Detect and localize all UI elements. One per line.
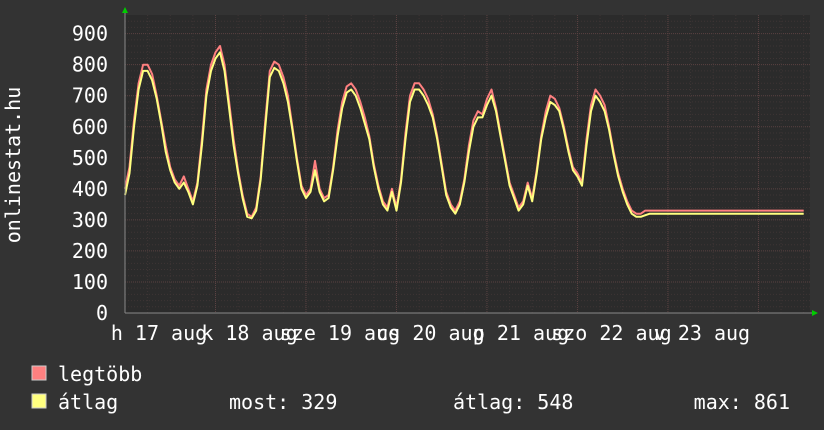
stat-maximum: max: 861	[694, 390, 790, 414]
stat-current: most: 329	[229, 390, 337, 414]
y-tick-label: 600	[72, 115, 108, 139]
y-tick-label: 200	[72, 239, 108, 263]
y-tick-label: 800	[72, 53, 108, 77]
y-tick-label: 0	[96, 301, 108, 325]
y-tick-label: 500	[72, 146, 108, 170]
y-tick-label: 100	[72, 270, 108, 294]
y-tick-label: 900	[72, 22, 108, 46]
x-tick-label: h 17 aug	[111, 321, 207, 345]
x-tick-label: v 23 aug	[654, 321, 750, 345]
y-axis-label: onlinestat.hu	[1, 87, 25, 244]
y-tick-label: 300	[72, 208, 108, 232]
rrd-graph: 0 100 200 300 400 500 600 700 800 900 h 17 augk 1…	[0, 0, 824, 430]
x-tick-label: cs 20 aug	[376, 321, 484, 345]
stat-average: átlag: 548	[453, 390, 573, 414]
legend-label-max: legtöbb	[58, 362, 142, 386]
legend-label-avg: átlag	[58, 390, 118, 414]
legend-swatch-max	[31, 365, 47, 381]
y-tick-label: 400	[72, 177, 108, 201]
legend-swatch-avg	[31, 393, 47, 409]
x-axis-ticks: h 17 augk 18 augsze 19 augcs 20 augp 21 …	[111, 321, 750, 345]
y-tick-label: 700	[72, 84, 108, 108]
